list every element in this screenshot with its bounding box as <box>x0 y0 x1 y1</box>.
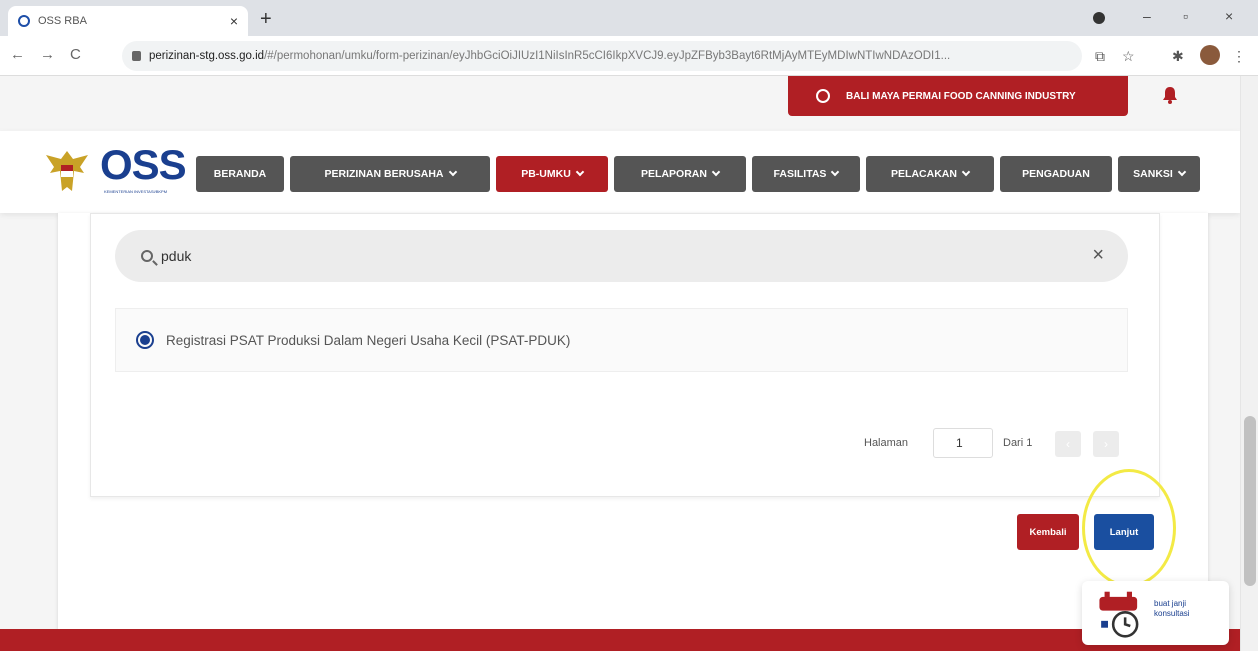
page-footer <box>0 629 1240 651</box>
url-path: /#/permohonan/umku/form-perizinan/eyJhbG… <box>264 50 951 62</box>
page-number-input[interactable]: 1 <box>933 428 993 458</box>
nav-label: BERANDA <box>213 168 267 180</box>
new-tab-button[interactable]: + <box>260 8 272 31</box>
page: BALI MAYA PERMAI FOOD CANNING INDUSTRY O… <box>0 76 1240 651</box>
lock-icon <box>132 51 141 61</box>
main-navbar: OSS KEMENTERIAN INVESTASI/BKPM BERANDA P… <box>0 131 1240 213</box>
nav-label: FASILITAS <box>773 168 827 180</box>
nav-fasilitas[interactable]: FASILITAS <box>752 156 860 192</box>
nav-pb-umku[interactable]: PB-UMKU <box>496 156 608 192</box>
search-icon <box>141 250 153 262</box>
nav-pengaduan[interactable]: PENGADUAN <box>1000 156 1112 192</box>
favicon-icon <box>18 15 30 27</box>
browser-menu-icon[interactable]: ⋮ <box>1232 48 1246 65</box>
calendar-clock-icon <box>1099 591 1139 638</box>
chevron-down-icon <box>961 167 971 177</box>
nav-beranda[interactable]: BERANDA <box>196 156 284 192</box>
company-badge[interactable]: BALI MAYA PERMAI FOOD CANNING INDUSTRY <box>788 76 1128 116</box>
clear-search-icon[interactable]: × <box>1092 244 1104 267</box>
window-close-icon[interactable]: × <box>1225 8 1233 24</box>
browser-tab[interactable]: OSS RBA × <box>8 6 248 36</box>
chevron-down-icon <box>831 167 840 177</box>
browser-toolbar: ← → C perizinan-stg.oss.go.id /#/permoho… <box>0 36 1258 76</box>
next-page-button[interactable]: › <box>1093 431 1119 457</box>
search-input[interactable] <box>161 248 1061 264</box>
profile-avatar[interactable] <box>1200 45 1220 65</box>
company-name: BALI MAYA PERMAI FOOD CANNING INDUSTRY <box>846 90 1076 102</box>
notification-bell-icon[interactable] <box>1162 86 1178 104</box>
consult-line-2: konsultasi <box>1154 609 1190 618</box>
chevron-down-icon <box>448 167 457 177</box>
scrollbar[interactable] <box>1240 76 1258 651</box>
nav-label: PELAPORAN <box>641 168 707 180</box>
user-circle-icon <box>816 89 830 103</box>
highlight-circle <box>1082 469 1176 587</box>
option-label: Registrasi PSAT Produksi Dalam Negeri Us… <box>166 332 571 348</box>
nav-sanksi[interactable]: SANKSI <box>1118 156 1200 192</box>
list-item[interactable]: Registrasi PSAT Produksi Dalam Negeri Us… <box>115 308 1128 372</box>
bookmark-star-icon[interactable]: ☆ <box>1122 48 1135 65</box>
pagination-label: Halaman <box>864 437 909 449</box>
kembali-button[interactable]: Kembali <box>1017 514 1079 550</box>
nav-label: SANKSI <box>1133 168 1173 180</box>
nav-pelaporan[interactable]: PELAPORAN <box>614 156 746 192</box>
tab-title: OSS RBA <box>38 15 87 27</box>
record-icon[interactable] <box>1093 12 1105 24</box>
url-host: perizinan-stg.oss.go.id <box>149 50 265 62</box>
nav-pelacakan[interactable]: PELACAKAN <box>866 156 994 192</box>
maximize-icon[interactable]: ▫ <box>1183 8 1188 24</box>
nav-perizinan-berusaha[interactable]: PERIZINAN BERUSAHA <box>290 156 490 192</box>
consultation-widget[interactable]: buat janji konsultasi <box>1082 581 1229 645</box>
forward-arrow-icon[interactable]: → <box>40 46 55 63</box>
nav-label: PB-UMKU <box>521 168 571 180</box>
share-icon[interactable]: ⧉ <box>1095 48 1105 65</box>
nav-label: PENGADUAN <box>1022 168 1090 180</box>
chevron-down-icon <box>575 167 585 177</box>
scrollbar-thumb[interactable] <box>1244 416 1256 586</box>
browser-tabbar: OSS RBA × + – ▫ × <box>0 0 1258 36</box>
nav-label: PELACAKAN <box>891 168 957 180</box>
extensions-icon[interactable]: ✱ <box>1172 48 1184 65</box>
oss-logo[interactable]: OSS <box>100 141 187 189</box>
reload-icon[interactable]: C <box>70 46 81 63</box>
search-bar: × <box>115 230 1128 282</box>
chevron-down-icon <box>711 167 721 177</box>
consultation-text: buat janji konsultasi <box>1154 599 1190 619</box>
consult-line-1: buat janji <box>1154 599 1187 608</box>
tab-close-icon[interactable]: × <box>230 13 238 29</box>
prev-page-button[interactable]: ‹ <box>1055 431 1081 457</box>
minimize-icon[interactable]: – <box>1143 8 1151 24</box>
chevron-down-icon <box>1177 167 1187 177</box>
radio-button[interactable] <box>136 331 154 349</box>
oss-logo-subtext: KEMENTERIAN INVESTASI/BKPM <box>104 189 168 194</box>
address-bar[interactable]: perizinan-stg.oss.go.id /#/permohonan/um… <box>122 41 1082 71</box>
garuda-emblem-icon <box>46 151 88 191</box>
back-arrow-icon[interactable]: ← <box>10 46 25 63</box>
pagination-total: Dari 1 <box>1003 437 1033 449</box>
nav-label: PERIZINAN BERUSAHA <box>324 168 444 180</box>
radio-selected-dot <box>140 335 150 345</box>
